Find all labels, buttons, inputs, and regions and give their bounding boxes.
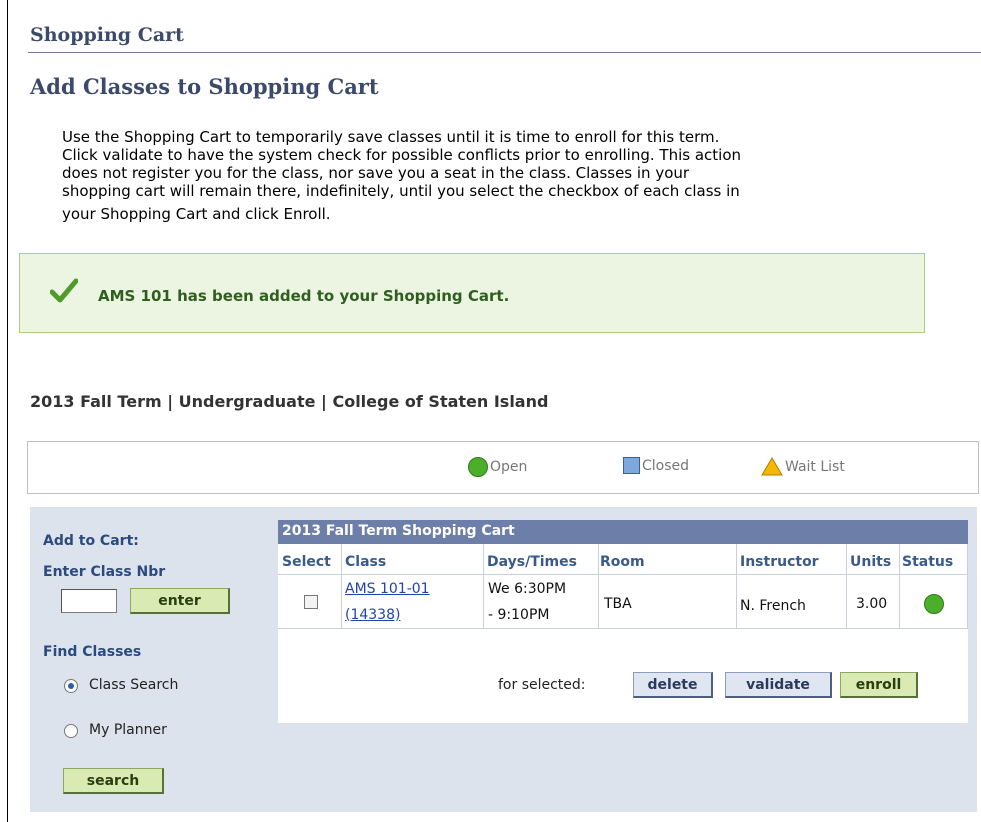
column-header-status: Status — [902, 554, 954, 570]
cart-table-title: 2013 Fall Term Shopping Cart — [278, 520, 968, 544]
left-border — [7, 0, 8, 822]
legend-closed: Closed — [623, 457, 689, 474]
room-cell: TBA — [604, 596, 632, 612]
days-times-cell: We 6:30PM — [488, 581, 567, 597]
success-message-box: AMS 101 has been added to your Shopping … — [19, 253, 925, 333]
class-search-label: Class Search — [89, 677, 179, 693]
enter-button[interactable]: enter — [130, 588, 230, 614]
legend-open: Open — [468, 457, 527, 477]
units-cell: 3.00 — [856, 596, 888, 612]
column-header-days-times: Days/Times — [487, 554, 577, 570]
enter-class-nbr-label: Enter Class Nbr — [43, 564, 166, 580]
validate-button[interactable]: validate — [725, 672, 832, 698]
instructor-cell: N. French — [740, 598, 806, 614]
class-search-radio[interactable] — [64, 679, 78, 693]
term-heading: 2013 Fall Term | Undergraduate | College… — [30, 392, 549, 411]
intro-line: your Shopping Cart and click Enroll. — [62, 205, 331, 223]
column-divider — [736, 544, 737, 628]
success-message-text: AMS 101 has been added to your Shopping … — [98, 287, 510, 305]
legend-closed-label: Closed — [642, 457, 690, 474]
waitlist-status-icon — [761, 457, 783, 476]
column-header-class: Class — [345, 554, 387, 570]
my-planner-radio[interactable] — [64, 724, 78, 738]
open-status-icon — [468, 457, 488, 477]
intro-line: does not register you for the class, nor… — [62, 164, 690, 182]
legend-waitlist: Wait List — [761, 457, 845, 476]
header-row-divider — [278, 574, 968, 575]
add-to-cart-label: Add to Cart: — [43, 533, 139, 549]
enroll-button[interactable]: enroll — [840, 672, 918, 698]
column-divider — [846, 544, 847, 628]
row-divider — [278, 628, 968, 629]
column-header-units: Units — [850, 554, 892, 570]
search-button[interactable]: search — [63, 768, 164, 794]
column-divider — [341, 544, 342, 628]
shopping-cart-table: 2013 Fall Term Shopping Cart Select Clas… — [278, 520, 968, 723]
section-title: Shopping Cart — [30, 24, 184, 46]
for-selected-label: for selected: — [498, 677, 586, 693]
intro-text: Use the Shopping Cart to temporarily sav… — [62, 128, 902, 223]
find-classes-label: Find Classes — [43, 644, 142, 660]
closed-status-icon — [623, 457, 640, 474]
delete-button[interactable]: delete — [633, 672, 713, 698]
legend-open-label: Open — [490, 459, 528, 475]
class-link[interactable]: AMS 101-01 — [345, 581, 430, 597]
column-divider — [899, 544, 900, 628]
status-legend: Open Closed Wait List — [27, 441, 979, 494]
my-planner-label: My Planner — [89, 722, 167, 738]
column-divider — [483, 544, 484, 628]
column-header-room: Room — [600, 554, 645, 570]
legend-waitlist-label: Wait List — [785, 458, 845, 475]
column-divider — [598, 544, 599, 628]
column-header-select: Select — [282, 554, 331, 570]
open-status-icon — [924, 594, 944, 614]
column-header-instructor: Instructor — [740, 554, 819, 570]
select-checkbox[interactable] — [304, 595, 318, 609]
intro-line: Use the Shopping Cart to temporarily sav… — [62, 128, 720, 146]
checkmark-icon — [50, 278, 78, 303]
page-title: Add Classes to Shopping Cart — [30, 74, 379, 99]
title-divider — [28, 52, 981, 53]
days-times-cell: - 9:10PM — [488, 607, 550, 623]
class-nbr-input[interactable] — [61, 589, 117, 613]
intro-line: shopping cart will remain there, indefin… — [62, 182, 740, 200]
column-divider — [967, 544, 968, 628]
class-number-link[interactable]: (14338) — [345, 607, 400, 623]
intro-line: Click validate to have the system check … — [62, 146, 742, 164]
